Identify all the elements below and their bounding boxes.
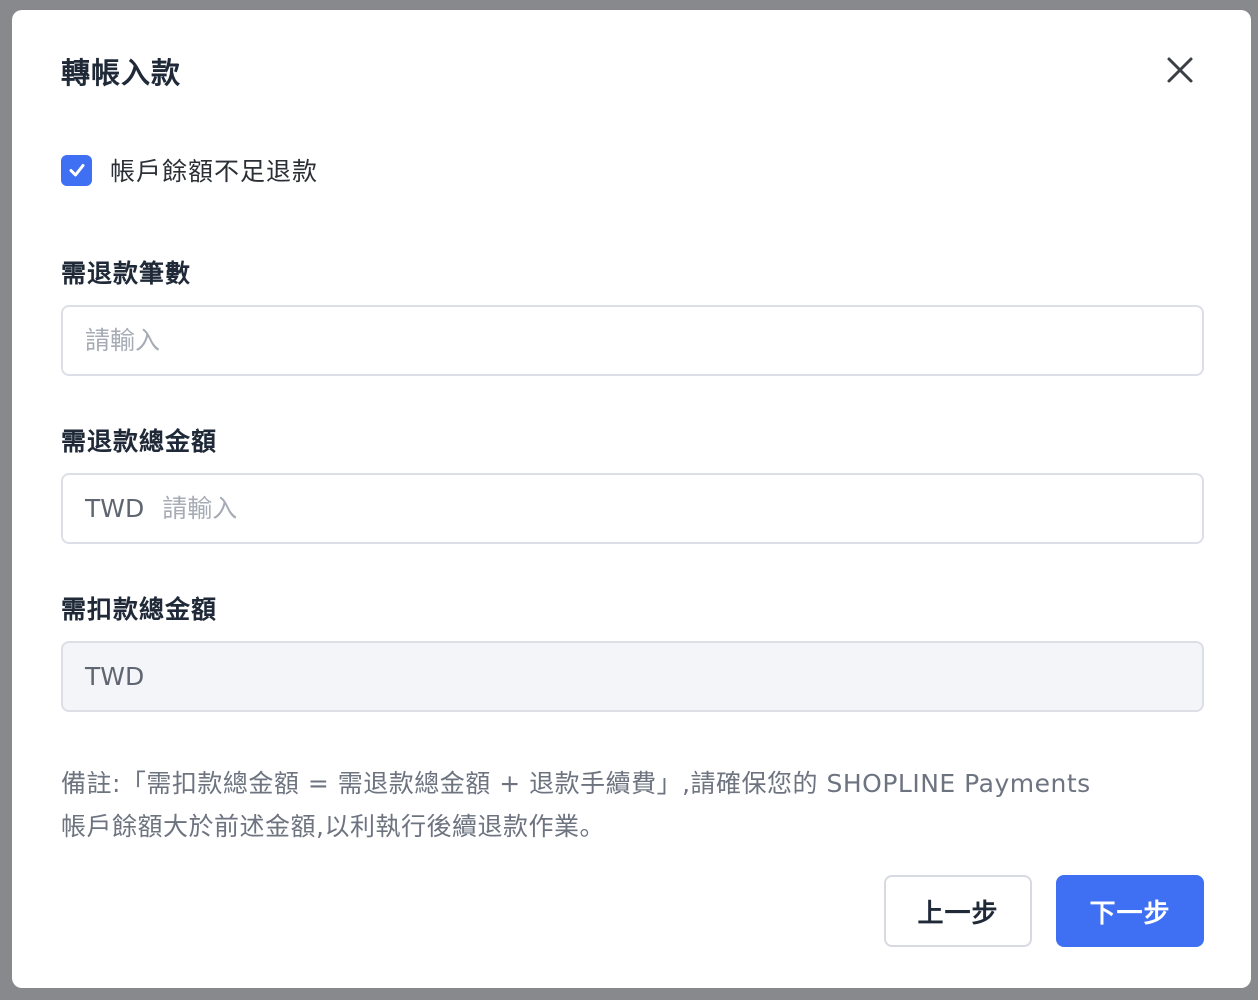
dialog-title: 轉帳入款 [61, 56, 182, 90]
next-button[interactable]: 下一步 [1056, 875, 1204, 947]
currency-prefix: TWD [85, 494, 145, 523]
note-line-1: 備註:「需扣款總金額 = 需退款總金額 + 退款手續費」,請確保您的 SHOPL… [61, 769, 1091, 798]
deduct-total-label: 需扣款總金額 [61, 595, 218, 624]
refund-count-field[interactable] [61, 305, 1204, 376]
refund-total-field[interactable]: TWD [61, 473, 1204, 544]
refund-count-input[interactable] [85, 307, 1202, 374]
checkbox-label: 帳戶餘額不足退款 [110, 157, 319, 186]
currency-prefix: TWD [85, 662, 145, 691]
close-button[interactable] [1160, 50, 1200, 90]
check-icon [69, 164, 84, 177]
deduct-total-field: TWD [61, 641, 1204, 712]
insufficient-balance-refund-option[interactable]: 帳戶餘額不足退款 [61, 152, 318, 188]
refund-count-label: 需退款筆數 [61, 259, 192, 288]
back-button[interactable]: 上一步 [884, 875, 1032, 947]
transfer-deposit-dialog: 轉帳入款 帳戶餘額不足退款 需退款筆數 需退款總金額 TWD 需扣款總金額 TW… [12, 10, 1251, 988]
note-line-2: 帳戶餘額大於前述金額,以利執行後續退款作業。 [61, 812, 605, 841]
note-text: 備註:「需扣款總金額 = 需退款總金額 + 退款手續費」,請確保您的 SHOPL… [61, 762, 1211, 848]
close-icon [1167, 57, 1193, 83]
refund-total-input[interactable] [162, 475, 1202, 542]
refund-total-label: 需退款總金額 [61, 427, 218, 456]
insufficient-balance-refund-checkbox[interactable] [61, 154, 92, 186]
